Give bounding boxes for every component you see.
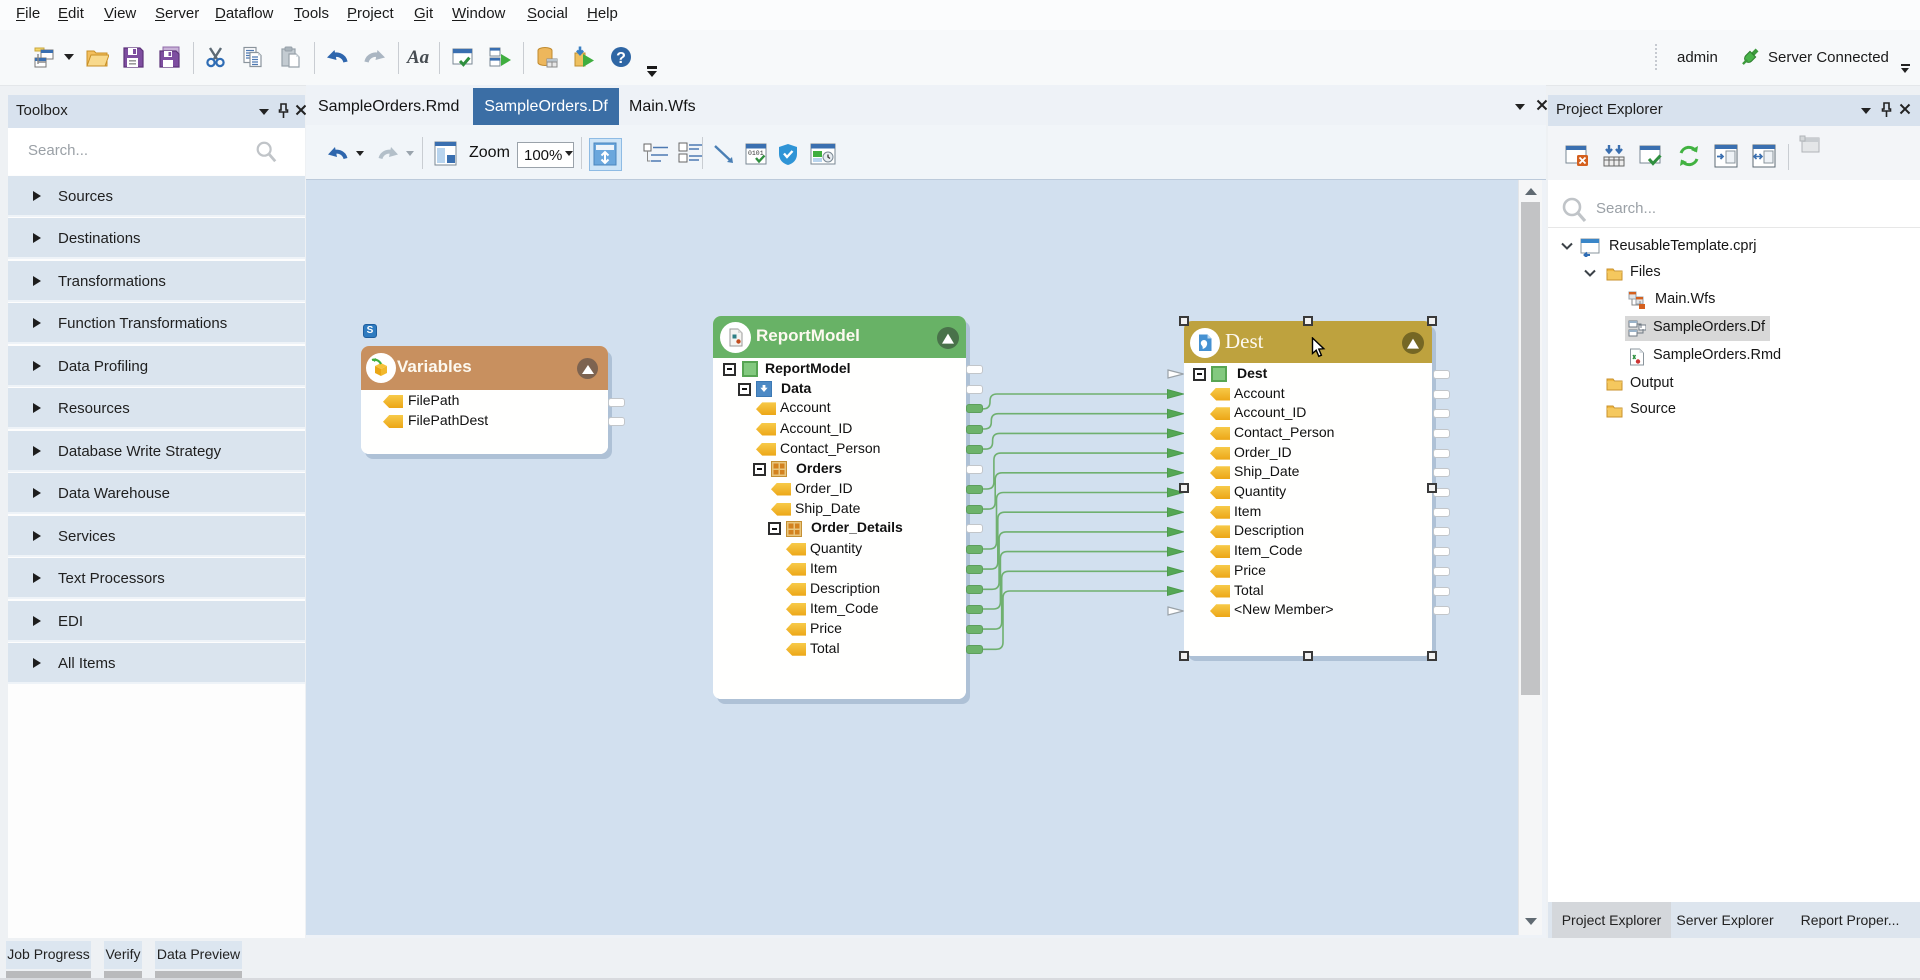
svg-text:?: ? xyxy=(616,50,626,67)
svg-text:0101: 0101 xyxy=(748,150,764,157)
svg-text:Aa: Aa xyxy=(406,47,430,68)
